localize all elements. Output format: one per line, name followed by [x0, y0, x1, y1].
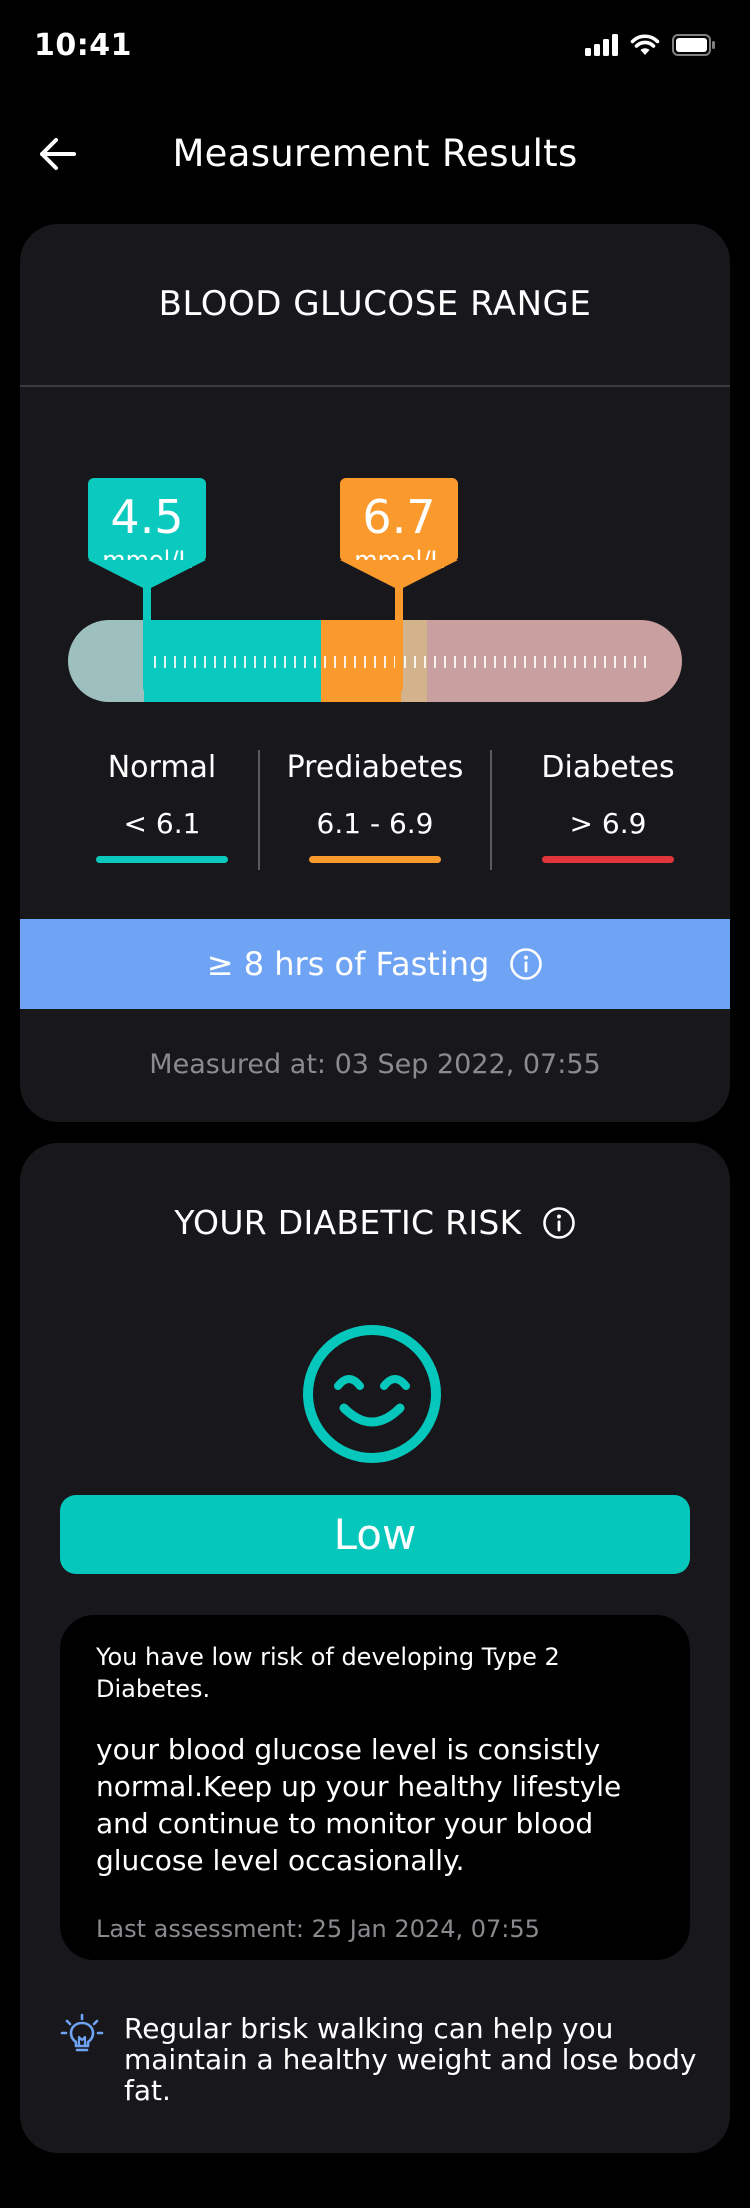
category-prediabetes: Prediabetes 6.1 - 6.9 — [265, 750, 485, 863]
lightbulb-icon — [60, 2013, 104, 2052]
tip-text: Regular brisk walking can help you maint… — [124, 2012, 697, 2107]
risk-detail: your blood glucose level is consistly no… — [96, 1733, 622, 1877]
category-normal: Normal < 6.1 — [52, 750, 272, 863]
wifi-icon — [630, 34, 660, 55]
battery-icon — [672, 34, 715, 56]
range-categories: Normal < 6.1 Prediabetes 6.1 - 6.9 Diabe… — [20, 750, 730, 870]
status-bar: 10:41 — [0, 0, 750, 90]
category-name: Prediabetes — [286, 750, 464, 785]
category-range: 6.1 - 6.9 — [316, 807, 434, 840]
gauge-segment-low — [68, 620, 144, 702]
header: Measurement Results — [0, 120, 750, 190]
category-name: Normal — [107, 750, 217, 785]
risk-card-header: YOUR DIABETIC RISK — [20, 1203, 730, 1242]
last-assessment-text: Last assessment: 25 Jan 2024, 07:55 — [96, 1915, 540, 1943]
cellular-signal-icon — [585, 34, 618, 56]
category-color-bar — [96, 856, 228, 863]
category-color-bar — [542, 856, 674, 863]
fasting-label: ≥ 8 hrs of Fasting — [206, 945, 490, 983]
category-name: Diabetes — [541, 750, 675, 785]
glucose-range-gauge — [68, 620, 682, 702]
category-range: < 6.1 — [123, 807, 201, 840]
risk-level-badge: Low — [60, 1495, 690, 1574]
range-card-title: BLOOD GLUCOSE RANGE — [158, 284, 592, 324]
measured-at-text: Measured at: 03 Sep 2022, 07:55 — [149, 1049, 601, 1080]
diabetic-risk-card: YOUR DIABETIC RISK Low You have low risk… — [20, 1143, 730, 2153]
blood-glucose-range-card: BLOOD GLUCOSE RANGE 4.5 mmol/L 6.7 mmol/… — [20, 224, 730, 1122]
current-reading-marker: 6.7 mmol/L — [340, 478, 458, 572]
risk-info-box: You have low risk of developing Type 2 D… — [60, 1615, 690, 1960]
status-time: 10:41 — [34, 28, 132, 63]
previous-reading-marker: 4.5 mmol/L — [88, 478, 206, 572]
smiley-face-icon — [303, 1325, 441, 1463]
fasting-banner[interactable]: ≥ 8 hrs of Fasting — [20, 919, 730, 1009]
risk-card-title: YOUR DIABETIC RISK — [174, 1203, 522, 1242]
divider — [20, 385, 730, 387]
marker-line — [395, 584, 403, 692]
page-title: Measurement Results — [172, 132, 578, 175]
risk-summary: You have low risk of developing Type 2 D… — [96, 1643, 560, 1703]
status-icons — [585, 32, 716, 58]
category-color-bar — [309, 856, 441, 863]
info-icon[interactable] — [542, 1206, 576, 1240]
category-divider — [490, 750, 492, 870]
health-tip: Regular brisk walking can help you maint… — [60, 2013, 700, 2106]
category-range: > 6.9 — [569, 807, 647, 840]
info-icon[interactable] — [509, 947, 543, 981]
marker-line — [143, 584, 151, 692]
marker-value: 6.7 — [362, 490, 436, 544]
marker-value: 4.5 — [110, 490, 184, 544]
category-divider — [258, 750, 260, 870]
category-diabetes: Diabetes > 6.9 — [498, 750, 718, 863]
